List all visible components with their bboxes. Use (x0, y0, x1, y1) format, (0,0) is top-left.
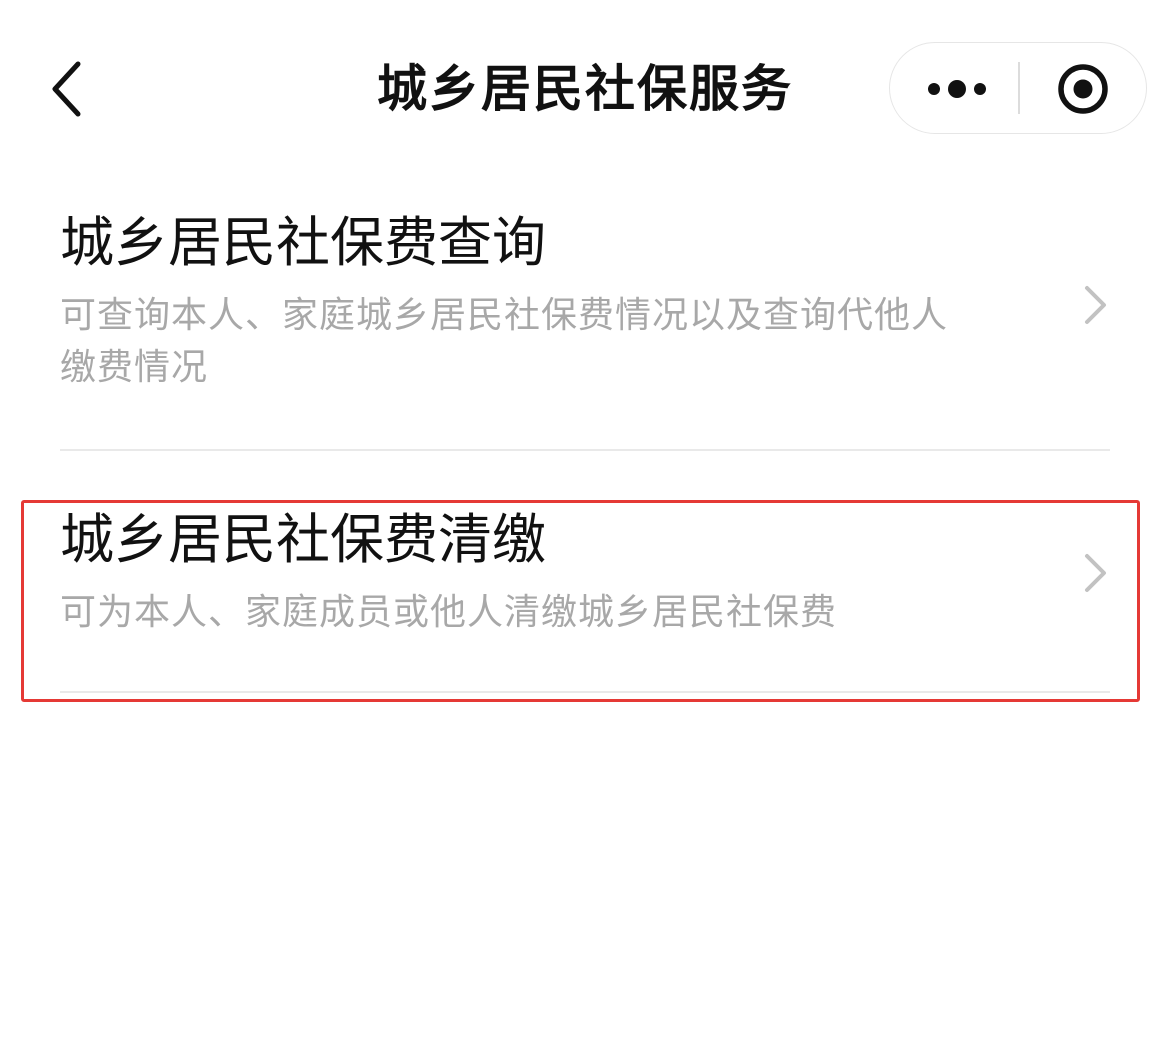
more-dots-icon (928, 80, 986, 98)
item-description: 可查询本人、家庭城乡居民社保费情况以及查询代他人缴费情况 (60, 295, 949, 388)
chevron-right-icon (1085, 286, 1106, 324)
more-button[interactable] (890, 43, 1018, 132)
list-divider (60, 449, 1110, 451)
list-item-fee-query[interactable]: 城乡居民社保费查询 可查询本人、家庭城乡居民社保费情况以及查询代他人缴费情况 (60, 208, 1110, 450)
navigation-bar: 城乡居民社保服务 (0, 0, 1170, 178)
item-description: 可为本人、家庭成员或他人清缴城乡居民社保费 (60, 592, 838, 633)
mini-program-capsule (889, 42, 1147, 134)
item-title: 城乡居民社保费清缴 (60, 508, 546, 571)
close-button[interactable] (1020, 43, 1146, 132)
list-divider (60, 691, 1110, 693)
item-title: 城乡居民社保费查询 (60, 211, 546, 274)
list-item-fee-payment[interactable]: 城乡居民社保费清缴 可为本人、家庭成员或他人清缴城乡居民社保费 (60, 505, 1110, 693)
chevron-right-icon (1085, 554, 1106, 592)
target-circle-icon (1058, 64, 1108, 114)
